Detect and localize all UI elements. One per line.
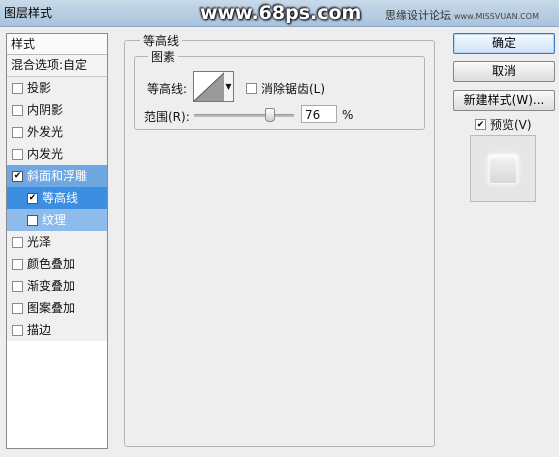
cancel-button[interactable]: 取消 — [453, 61, 555, 82]
style-item-label: 颜色叠加 — [27, 257, 76, 271]
preview-checkbox[interactable]: ✔ 预览(V) — [475, 116, 532, 133]
chevron-down-icon: ▼ — [225, 82, 232, 91]
range-slider-thumb[interactable] — [265, 108, 275, 122]
checkbox-icon[interactable] — [27, 214, 38, 226]
style-item-label: 斜面和浮雕 — [27, 169, 88, 183]
contour-curve-icon — [194, 72, 225, 101]
site-watermark: 思缘设计论坛 www.MISSVUAN.COM — [385, 7, 539, 23]
checkbox-icon[interactable] — [12, 324, 23, 336]
style-item-label: 描边 — [27, 323, 52, 337]
style-item-bevel-emboss[interactable]: ✔ 斜面和浮雕 — [7, 165, 107, 187]
range-input[interactable]: 76 — [301, 105, 337, 123]
style-item-texture[interactable]: 纹理 — [7, 209, 107, 231]
checkbox-checked-icon[interactable]: ✔ — [27, 192, 38, 204]
checkbox-icon[interactable] — [12, 82, 23, 94]
styles-list: 样式 混合选项:自定 投影 内阴影 外发光 内发光 ✔ 斜面和浮雕 ✔ 等高线 … — [6, 33, 108, 449]
preview-label: 预览(V) — [490, 118, 532, 132]
new-style-button[interactable]: 新建样式(W)... — [453, 90, 555, 111]
style-item-label: 等高线 — [42, 191, 79, 205]
checkbox-icon[interactable] — [12, 104, 23, 116]
style-item-label: 内阴影 — [27, 103, 64, 117]
style-item-label: 外发光 — [27, 125, 64, 139]
preview-swatch — [488, 153, 518, 184]
style-item-label: 投影 — [27, 81, 52, 95]
site-name: 思缘设计论坛 — [385, 9, 451, 22]
checkbox-icon[interactable] — [12, 148, 23, 160]
style-item-outer-glow[interactable]: 外发光 — [7, 121, 107, 143]
range-slider-track[interactable] — [194, 114, 294, 117]
styles-header[interactable]: 样式 — [7, 34, 107, 55]
watermark: www.68ps.com — [200, 2, 362, 24]
style-item-contour[interactable]: ✔ 等高线 — [7, 187, 107, 209]
checkbox-checked-icon[interactable]: ✔ — [12, 170, 23, 182]
contour-group-title: 等高线 — [140, 32, 183, 49]
window-title: 图层样式 — [4, 6, 53, 20]
checkbox-icon[interactable] — [12, 302, 23, 314]
blend-options-item[interactable]: 混合选项:自定 — [7, 55, 107, 77]
contour-curve-preview[interactable] — [193, 71, 226, 102]
style-item-satin[interactable]: 光泽 — [7, 231, 107, 253]
range-unit: % — [342, 108, 354, 122]
contour-label: 等高线: — [147, 82, 188, 96]
antialias-label: 消除锯齿(L) — [261, 82, 326, 96]
checkbox-icon[interactable] — [12, 126, 23, 138]
checkbox-icon[interactable] — [12, 280, 23, 292]
checkbox-checked-icon[interactable]: ✔ — [475, 119, 486, 130]
style-item-gradient-overlay[interactable]: 渐变叠加 — [7, 275, 107, 297]
style-item-stroke[interactable]: 描边 — [7, 319, 107, 341]
style-item-label: 图案叠加 — [27, 301, 76, 315]
antialias-checkbox[interactable]: 消除锯齿(L) — [246, 80, 325, 97]
title-bar: 图层样式 www.68ps.com 思缘设计论坛 www.MISSVUAN.COM — [0, 0, 559, 27]
style-item-label: 光泽 — [27, 235, 52, 249]
checkbox-icon[interactable] — [246, 83, 257, 94]
style-item-drop-shadow[interactable]: 投影 — [7, 77, 107, 99]
style-item-label: 渐变叠加 — [27, 279, 76, 293]
ok-button[interactable]: 确定 — [453, 33, 555, 54]
style-item-inner-shadow[interactable]: 内阴影 — [7, 99, 107, 121]
style-item-label: 内发光 — [27, 147, 64, 161]
checkbox-icon[interactable] — [12, 236, 23, 248]
checkbox-icon[interactable] — [12, 258, 23, 270]
style-item-label: 纹理 — [42, 213, 67, 227]
style-preview — [470, 135, 536, 202]
site-url: www.MISSVUAN.COM — [454, 12, 539, 21]
range-label: 范围(R): — [144, 110, 190, 124]
style-item-color-overlay[interactable]: 颜色叠加 — [7, 253, 107, 275]
elements-group-title: 图素 — [148, 48, 179, 65]
style-item-inner-glow[interactable]: 内发光 — [7, 143, 107, 165]
contour-dropdown-button[interactable]: ▼ — [224, 71, 234, 102]
style-item-pattern-overlay[interactable]: 图案叠加 — [7, 297, 107, 319]
